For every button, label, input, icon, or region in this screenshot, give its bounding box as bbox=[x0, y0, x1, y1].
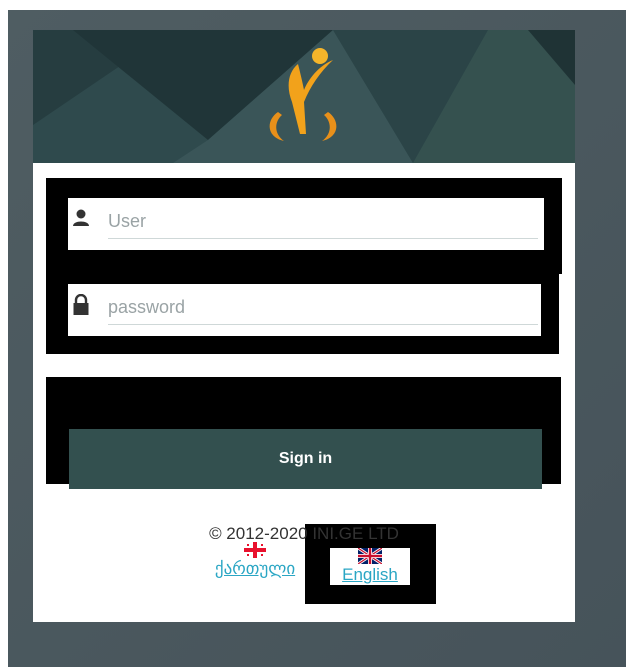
user-input[interactable] bbox=[108, 204, 538, 239]
language-georgian[interactable]: ქართული bbox=[201, 542, 309, 579]
user-field bbox=[68, 198, 544, 250]
logo-icon bbox=[269, 48, 337, 141]
password-input[interactable] bbox=[108, 290, 538, 325]
uk-flag-icon bbox=[358, 548, 382, 564]
language-english[interactable]: English bbox=[330, 548, 410, 585]
georgia-flag-icon bbox=[244, 542, 266, 558]
language-georgian-label: ქართული bbox=[214, 559, 296, 578]
login-card: Sign in © 2012-2020 INI.GE LTD ქართული E… bbox=[33, 30, 575, 622]
lock-icon bbox=[73, 294, 89, 315]
language-english-label: English bbox=[342, 565, 398, 584]
sign-in-button[interactable]: Sign in bbox=[69, 429, 542, 489]
password-field bbox=[68, 284, 541, 336]
header-banner bbox=[33, 30, 575, 163]
copyright-text: © 2012-2020 INI.GE LTD bbox=[209, 524, 399, 543]
user-icon bbox=[73, 209, 89, 226]
